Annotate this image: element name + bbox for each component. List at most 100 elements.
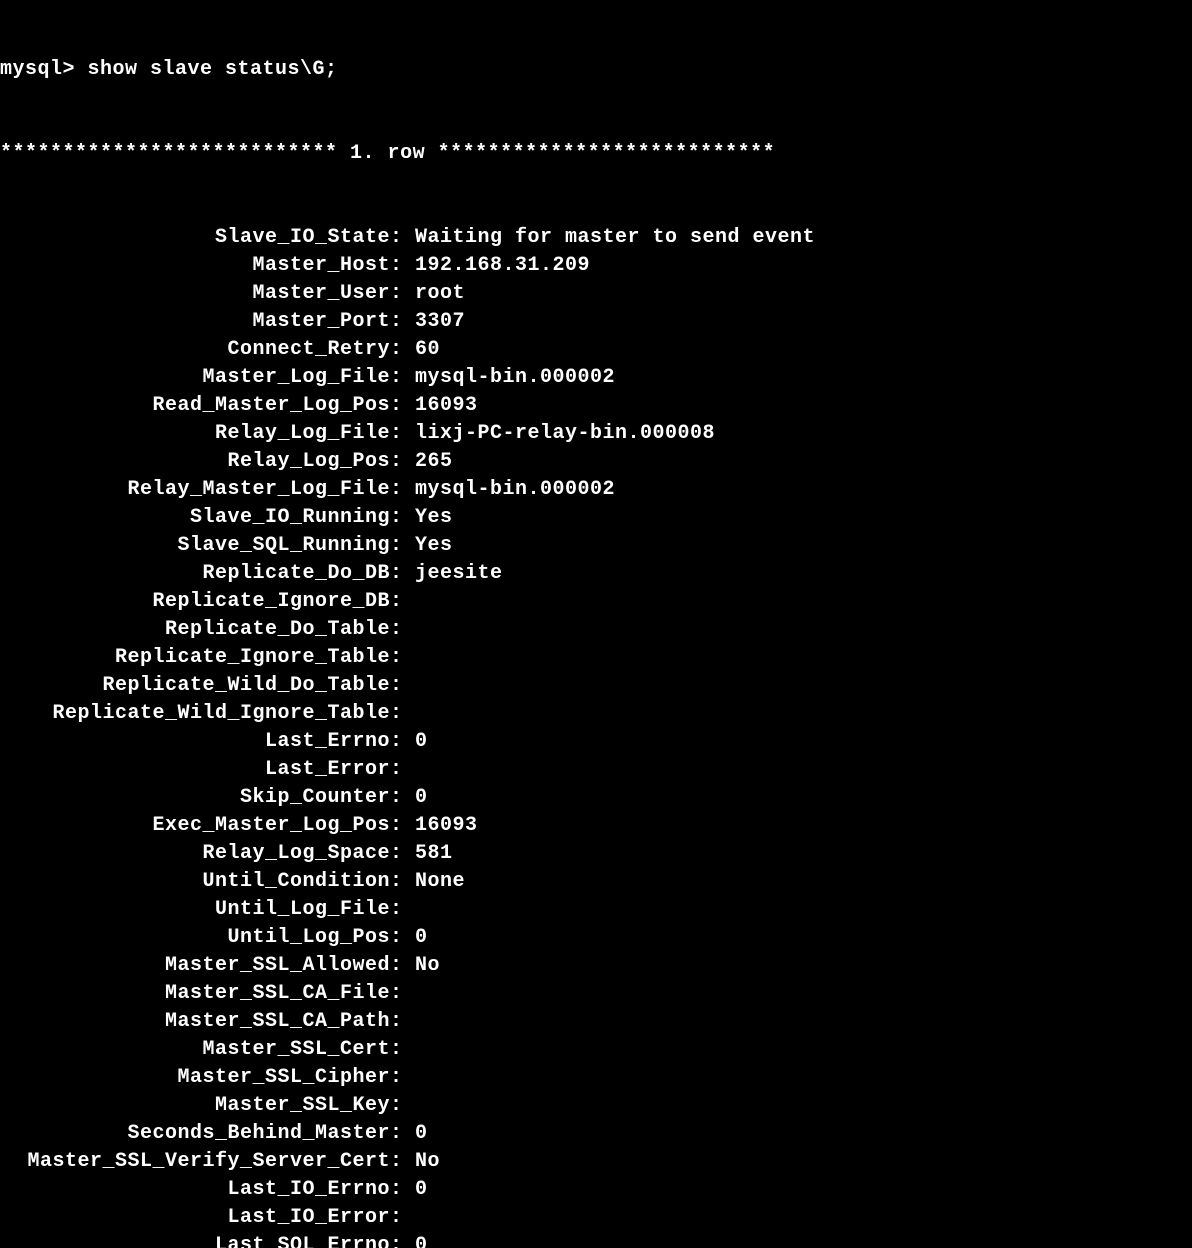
status-row: Slave_IO_State: Waiting for master to se… xyxy=(0,224,1192,252)
field-value: No xyxy=(415,952,440,980)
status-row: Replicate_Wild_Ignore_Table: xyxy=(0,700,1192,728)
field-label: Replicate_Ignore_DB: xyxy=(0,588,415,616)
field-label: Relay_Log_Space: xyxy=(0,840,415,868)
field-label: Relay_Master_Log_File: xyxy=(0,476,415,504)
field-value: 60 xyxy=(415,336,440,364)
field-label: Last_SQL_Errno: xyxy=(0,1232,415,1248)
field-label: Master_User: xyxy=(0,280,415,308)
field-label: Replicate_Wild_Ignore_Table: xyxy=(0,700,415,728)
status-row: Master_SSL_CA_Path: xyxy=(0,1008,1192,1036)
field-label: Master_Port: xyxy=(0,308,415,336)
field-value: 3307 xyxy=(415,308,465,336)
status-row: Connect_Retry: 60 xyxy=(0,336,1192,364)
status-row: Last_SQL_Errno: 0 xyxy=(0,1232,1192,1248)
field-label: Last_IO_Errno: xyxy=(0,1176,415,1204)
field-value: Yes xyxy=(415,532,453,560)
field-value: 16093 xyxy=(415,392,478,420)
field-value: 16093 xyxy=(415,812,478,840)
status-row: Relay_Log_Pos: 265 xyxy=(0,448,1192,476)
field-label: Slave_IO_Running: xyxy=(0,504,415,532)
field-value: No xyxy=(415,1148,440,1176)
status-fields: Slave_IO_State: Waiting for master to se… xyxy=(0,224,1192,1248)
status-row: Master_SSL_Verify_Server_Cert: No xyxy=(0,1148,1192,1176)
field-value: lixj-PC-relay-bin.000008 xyxy=(415,420,715,448)
status-row: Exec_Master_Log_Pos: 16093 xyxy=(0,812,1192,840)
status-row: Until_Condition: None xyxy=(0,868,1192,896)
status-row: Relay_Master_Log_File: mysql-bin.000002 xyxy=(0,476,1192,504)
status-row: Master_SSL_Key: xyxy=(0,1092,1192,1120)
terminal-output: mysql> show slave status\G; ************… xyxy=(0,0,1192,1248)
status-row: Replicate_Ignore_Table: xyxy=(0,644,1192,672)
field-label: Relay_Log_File: xyxy=(0,420,415,448)
status-row: Skip_Counter: 0 xyxy=(0,784,1192,812)
status-row: Last_Errno: 0 xyxy=(0,728,1192,756)
field-value: mysql-bin.000002 xyxy=(415,364,615,392)
field-label: Master_SSL_CA_File: xyxy=(0,980,415,1008)
status-row: Master_Port: 3307 xyxy=(0,308,1192,336)
status-row: Until_Log_Pos: 0 xyxy=(0,924,1192,952)
field-label: Until_Log_File: xyxy=(0,896,415,924)
field-label: Seconds_Behind_Master: xyxy=(0,1120,415,1148)
status-row: Last_IO_Errno: 0 xyxy=(0,1176,1192,1204)
status-row: Last_Error: xyxy=(0,756,1192,784)
field-value: 0 xyxy=(415,1232,428,1248)
status-row: Slave_SQL_Running: Yes xyxy=(0,532,1192,560)
command-line: mysql> show slave status\G; xyxy=(0,56,1192,84)
field-label: Relay_Log_Pos: xyxy=(0,448,415,476)
field-value: mysql-bin.000002 xyxy=(415,476,615,504)
field-label: Master_SSL_Allowed: xyxy=(0,952,415,980)
field-value: 0 xyxy=(415,1176,428,1204)
status-row: Relay_Log_Space: 581 xyxy=(0,840,1192,868)
field-label: Slave_SQL_Running: xyxy=(0,532,415,560)
status-row: Until_Log_File: xyxy=(0,896,1192,924)
field-label: Master_SSL_Key: xyxy=(0,1092,415,1120)
field-value: 0 xyxy=(415,1120,428,1148)
field-value: root xyxy=(415,280,465,308)
field-label: Connect_Retry: xyxy=(0,336,415,364)
field-value: None xyxy=(415,868,465,896)
status-row: Replicate_Do_DB: jeesite xyxy=(0,560,1192,588)
field-label: Replicate_Do_DB: xyxy=(0,560,415,588)
status-row: Slave_IO_Running: Yes xyxy=(0,504,1192,532)
field-value: Waiting for master to send event xyxy=(415,224,815,252)
field-label: Slave_IO_State: xyxy=(0,224,415,252)
field-value: 0 xyxy=(415,728,428,756)
field-label: Master_SSL_Verify_Server_Cert: xyxy=(0,1148,415,1176)
field-label: Last_Error: xyxy=(0,756,415,784)
status-row: Seconds_Behind_Master: 0 xyxy=(0,1120,1192,1148)
field-label: Master_SSL_Cipher: xyxy=(0,1064,415,1092)
command-text: show slave status\G; xyxy=(88,58,338,81)
status-row: Master_Log_File: mysql-bin.000002 xyxy=(0,364,1192,392)
mysql-prompt: mysql> xyxy=(0,58,88,81)
status-row: Read_Master_Log_Pos: 16093 xyxy=(0,392,1192,420)
field-label: Last_Errno: xyxy=(0,728,415,756)
status-row: Master_SSL_Allowed: No xyxy=(0,952,1192,980)
field-value: 0 xyxy=(415,924,428,952)
field-label: Until_Log_Pos: xyxy=(0,924,415,952)
field-value: 265 xyxy=(415,448,453,476)
field-value: jeesite xyxy=(415,560,503,588)
status-row: Relay_Log_File: lixj-PC-relay-bin.000008 xyxy=(0,420,1192,448)
field-value: Yes xyxy=(415,504,453,532)
field-label: Last_IO_Error: xyxy=(0,1204,415,1232)
field-label: Master_Log_File: xyxy=(0,364,415,392)
field-label: Until_Condition: xyxy=(0,868,415,896)
field-label: Master_SSL_CA_Path: xyxy=(0,1008,415,1036)
field-value: 0 xyxy=(415,784,428,812)
status-row: Replicate_Wild_Do_Table: xyxy=(0,672,1192,700)
field-value: 581 xyxy=(415,840,453,868)
status-row: Replicate_Ignore_DB: xyxy=(0,588,1192,616)
field-label: Master_Host: xyxy=(0,252,415,280)
field-label: Replicate_Wild_Do_Table: xyxy=(0,672,415,700)
field-label: Master_SSL_Cert: xyxy=(0,1036,415,1064)
field-label: Skip_Counter: xyxy=(0,784,415,812)
field-value: 192.168.31.209 xyxy=(415,252,590,280)
field-label: Exec_Master_Log_Pos: xyxy=(0,812,415,840)
field-label: Read_Master_Log_Pos: xyxy=(0,392,415,420)
field-label: Replicate_Do_Table: xyxy=(0,616,415,644)
status-row: Master_Host: 192.168.31.209 xyxy=(0,252,1192,280)
status-row: Master_SSL_Cipher: xyxy=(0,1064,1192,1092)
status-row: Master_SSL_CA_File: xyxy=(0,980,1192,1008)
status-row: Master_User: root xyxy=(0,280,1192,308)
status-row: Last_IO_Error: xyxy=(0,1204,1192,1232)
